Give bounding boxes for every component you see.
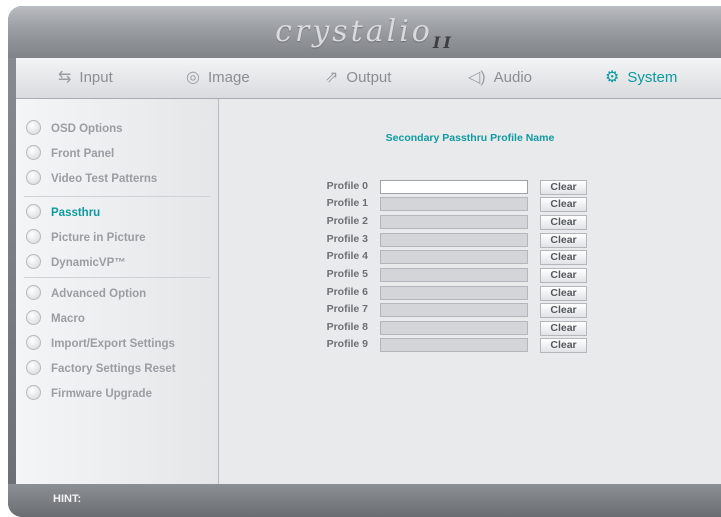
output-icon: ⇗ xyxy=(325,69,339,86)
sidebar-item-label: OSD Options xyxy=(51,123,123,135)
sidebar-item-dynamicvp[interactable]: DynamicVP™ xyxy=(26,253,126,273)
sidebar-item-label: Import/Export Settings xyxy=(51,338,175,350)
app-frame: crystalioII ⇆ Input ◎ Image ⇗ Output ◁) Audi… xyxy=(8,6,721,517)
profile-label: Profile 0 xyxy=(326,180,368,192)
sidebar-item-label: Video Test Patterns xyxy=(51,173,158,185)
sidebar-item-passthru[interactable]: Passthru xyxy=(26,203,100,223)
radio-icon xyxy=(26,335,41,351)
input-icon: ⇆ xyxy=(58,69,72,86)
tab-label: Output xyxy=(346,69,392,86)
profile-7-field[interactable] xyxy=(380,303,528,317)
tab-audio[interactable]: ◁) Audio xyxy=(468,58,532,98)
profile-label: Profile 4 xyxy=(326,250,368,262)
page-title: Secondary Passthru Profile Name xyxy=(385,132,555,144)
tab-label: Audio xyxy=(493,69,533,86)
clear-button-9[interactable]: Clear xyxy=(540,338,587,353)
profile-row: Profile 9 Clear xyxy=(219,336,721,353)
profile-label: Profile 3 xyxy=(326,233,368,245)
sidebar-item-factory-settings-reset[interactable]: Factory Settings Reset xyxy=(26,359,176,379)
profile-9-field[interactable] xyxy=(380,338,528,352)
radio-icon xyxy=(26,385,41,401)
radio-icon xyxy=(26,310,41,326)
sidebar-item-label: DynamicVP™ xyxy=(51,257,126,269)
hint-bar: HINT: xyxy=(8,484,721,517)
profile-row: Profile 2 Clear xyxy=(219,213,721,230)
sidebar-item-video-test-patterns[interactable]: Video Test Patterns xyxy=(26,169,157,189)
profile-label: Profile 7 xyxy=(326,303,368,315)
profile-row: Profile 3 Clear xyxy=(219,231,721,248)
tab-system[interactable]: ⚙ System xyxy=(605,58,677,98)
clear-button-6[interactable]: Clear xyxy=(540,286,587,301)
main-panel: Secondary Passthru Profile Name Profile … xyxy=(219,99,721,484)
sidebar-item-label: Factory Settings Reset xyxy=(51,363,176,375)
hint-label: HINT: xyxy=(53,493,82,505)
profile-3-field[interactable] xyxy=(380,233,528,247)
clear-button-4[interactable]: Clear xyxy=(540,250,587,265)
speaker-icon: ◁) xyxy=(468,69,486,86)
radio-icon xyxy=(26,145,41,161)
profile-label: Profile 6 xyxy=(326,286,368,298)
sidebar-item-front-panel[interactable]: Front Panel xyxy=(26,144,114,164)
sidebar: OSD Options Front Panel Video Test Patte… xyxy=(16,99,219,484)
sidebar-item-firmware-upgrade[interactable]: Firmware Upgrade xyxy=(26,384,152,404)
radio-icon xyxy=(26,254,41,270)
profile-row: Profile 8 Clear xyxy=(219,319,721,336)
profile-label: Profile 8 xyxy=(326,321,368,333)
clear-button-7[interactable]: Clear xyxy=(540,303,587,318)
sidebar-item-label: Macro xyxy=(51,313,85,325)
tab-input[interactable]: ⇆ Input xyxy=(58,58,113,98)
sidebar-item-import-export-settings[interactable]: Import/Export Settings xyxy=(26,334,175,354)
profile-6-field[interactable] xyxy=(380,286,528,300)
radio-icon xyxy=(26,285,41,301)
radio-icon xyxy=(26,229,41,245)
sidebar-item-label: Front Panel xyxy=(51,148,115,160)
sidebar-item-label: Passthru xyxy=(51,207,101,219)
tab-label: Input xyxy=(79,69,113,86)
sidebar-item-osd-options[interactable]: OSD Options xyxy=(26,119,123,139)
profile-4-field[interactable] xyxy=(380,250,528,264)
profile-label: Profile 1 xyxy=(326,197,368,209)
profile-row: Profile 5 Clear xyxy=(219,266,721,283)
radio-icon xyxy=(26,170,41,186)
profile-1-field[interactable] xyxy=(380,197,528,211)
radio-icon xyxy=(26,360,41,376)
sidebar-item-macro[interactable]: Macro xyxy=(26,309,85,329)
tab-output[interactable]: ⇗ Output xyxy=(325,58,391,98)
tab-bar: ⇆ Input ◎ Image ⇗ Output ◁) Audio ⚙ System xyxy=(16,58,721,99)
profile-row: Profile 4 Clear xyxy=(219,248,721,265)
profile-label: Profile 9 xyxy=(326,338,368,350)
sidebar-item-label: Advanced Option xyxy=(51,288,147,300)
gear-icon: ⚙ xyxy=(605,69,620,86)
radio-icon xyxy=(26,204,41,220)
clear-button-0[interactable]: Clear xyxy=(540,180,587,195)
crystalio-logo: crystalioII xyxy=(275,14,454,52)
profile-row: Profile 6 Clear xyxy=(219,284,721,301)
tab-label: Image xyxy=(207,69,250,86)
profile-row: Profile 1 Clear xyxy=(219,195,721,212)
sidebar-item-label: Picture in Picture xyxy=(51,232,146,244)
clear-button-3[interactable]: Clear xyxy=(540,233,587,248)
sidebar-divider xyxy=(24,196,210,197)
clear-button-8[interactable]: Clear xyxy=(540,321,587,336)
title-bar: crystalioII xyxy=(8,6,721,58)
clear-button-2[interactable]: Clear xyxy=(540,215,587,230)
tab-image[interactable]: ◎ Image xyxy=(186,58,250,98)
profile-8-field[interactable] xyxy=(380,321,528,335)
profile-2-field[interactable] xyxy=(380,215,528,229)
clear-button-5[interactable]: Clear xyxy=(540,268,587,283)
profile-row: Profile 0 Clear xyxy=(219,178,721,195)
profile-label: Profile 5 xyxy=(326,268,368,280)
profile-0-field[interactable] xyxy=(380,180,528,194)
profile-label: Profile 2 xyxy=(326,215,368,227)
sidebar-item-picture-in-picture[interactable]: Picture in Picture xyxy=(26,228,146,248)
clear-button-1[interactable]: Clear xyxy=(540,197,587,212)
sidebar-divider xyxy=(24,277,210,278)
sidebar-item-advanced-option[interactable]: Advanced Option xyxy=(26,284,146,304)
tab-label: System xyxy=(627,69,678,86)
sidebar-item-label: Firmware Upgrade xyxy=(51,388,152,400)
profile-row: Profile 7 Clear xyxy=(219,301,721,318)
profile-5-field[interactable] xyxy=(380,268,528,282)
eye-icon: ◎ xyxy=(186,69,200,86)
radio-icon xyxy=(26,120,41,136)
